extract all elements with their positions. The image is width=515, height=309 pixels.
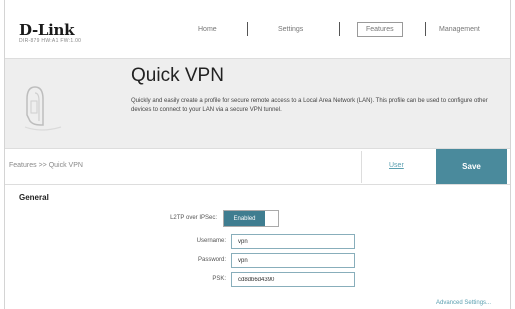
psk-label: PSK: (212, 276, 226, 282)
brand-logo: D-Link (19, 21, 75, 39)
nav-home[interactable]: Home (198, 26, 217, 33)
password-field[interactable] (231, 253, 355, 268)
l2tp-toggle-state: Enabled (224, 211, 265, 226)
password-label: Password: (197, 257, 226, 263)
toolbar-divider (361, 151, 362, 183)
psk-field[interactable] (231, 272, 355, 287)
username-label: Username: (196, 238, 226, 244)
model-label: DIR-879 HW:A1 FW:1.00 (19, 38, 82, 44)
user-link[interactable]: User (389, 162, 404, 169)
advanced-settings-link[interactable]: Advanced Settings... (436, 300, 491, 306)
feature-banner: Quick VPN Quickly and easily create a pr… (5, 58, 510, 149)
breadcrumb: Features >> Quick VPN (9, 162, 83, 169)
action-toolbar: Features >> Quick VPN User Save (5, 148, 510, 185)
top-header: D-Link DIR-879 HW:A1 FW:1.00 Home Settin… (5, 0, 510, 58)
nav-settings[interactable]: Settings (278, 26, 303, 33)
nav-management[interactable]: Management (439, 26, 480, 33)
nav-divider (425, 22, 426, 36)
section-general-title: General (19, 193, 49, 202)
page-description: Quickly and easily create a profile for … (131, 98, 488, 113)
l2tp-toggle[interactable]: Enabled (223, 210, 279, 227)
nav-features[interactable]: Features (357, 22, 403, 37)
save-button[interactable]: Save (436, 149, 507, 184)
nav-divider (247, 22, 248, 36)
app-window: D-Link DIR-879 HW:A1 FW:1.00 Home Settin… (4, 0, 511, 309)
username-field[interactable] (231, 234, 355, 249)
nav-divider (339, 22, 340, 36)
vpn-device-icon (24, 86, 62, 131)
l2tp-label: L2TP over IPSec: (170, 215, 217, 221)
page-title: Quick VPN (131, 65, 224, 86)
